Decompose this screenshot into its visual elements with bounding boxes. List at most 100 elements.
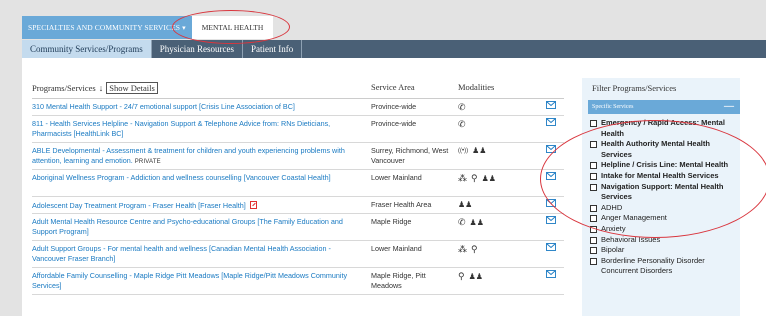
program-name: Aboriginal Wellness Program - Addiction …: [32, 173, 331, 182]
filter-option[interactable]: ADHD: [588, 203, 740, 214]
filter-option-label: Anxiety: [601, 223, 626, 233]
specialties-label: SPECIALTIES AND COMMUNITY SERVICES: [28, 23, 181, 32]
collapse-icon[interactable]: —: [724, 101, 734, 112]
email-icon[interactable]: [546, 199, 556, 207]
chevron-down-icon: ▾: [182, 23, 186, 32]
filter-option-label: Intake for Mental Health Services: [601, 170, 719, 180]
filter-option-label: Concurrent Disorders: [601, 266, 673, 276]
program-link[interactable]: ABLE Developmental - Assessment & treatm…: [32, 146, 362, 167]
service-area-column-header: Service Area: [371, 82, 415, 92]
filter-checkbox[interactable]: [590, 215, 597, 223]
filter-option-label: Helpline / Crisis Line: Mental Health: [601, 160, 729, 170]
tab-physician-resources[interactable]: Physician Resources: [152, 40, 243, 58]
filter-checkbox[interactable]: [590, 257, 597, 265]
phone-icon: ✆: [458, 102, 466, 112]
programs-table: 310 Mental Health Support - 24/7 emotion…: [32, 99, 564, 295]
filter-checkbox[interactable]: [590, 162, 597, 170]
filter-option[interactable]: Helpline / Crisis Line: Mental Health: [588, 160, 740, 171]
modalities: ♟♟: [458, 200, 472, 209]
modalities: ⁂ ⚲: [458, 244, 478, 255]
filter-checkbox[interactable]: [590, 141, 597, 149]
program-name: 811 - Health Services Helpline - Navigat…: [32, 119, 331, 138]
table-row: Adult Mental Health Resource Centre and …: [32, 214, 564, 241]
filter-panel: Filter Programs/Services Specific Servic…: [582, 78, 740, 316]
filter-option-label: Borderline Personality Disorder: [601, 255, 705, 265]
program-link[interactable]: Adult Mental Health Resource Centre and …: [32, 217, 362, 236]
email-icon[interactable]: [546, 243, 556, 251]
breadcrumb-current[interactable]: MENTAL HEALTH: [191, 16, 274, 39]
program-link[interactable]: 310 Mental Health Support - 24/7 emotion…: [32, 102, 362, 112]
document-icon[interactable]: [249, 201, 257, 209]
filter-checkbox[interactable]: [590, 225, 597, 233]
program-name: Adult Support Groups - For mental health…: [32, 244, 331, 263]
email-icon[interactable]: [546, 270, 556, 278]
filter-option[interactable]: Navigation Support: Mental Health Servic…: [588, 182, 740, 203]
filter-option-label: Behavioral Issues: [601, 234, 661, 244]
location-pin-icon: ⚲: [471, 173, 478, 183]
private-badge: PRIVATE: [134, 158, 161, 165]
filter-option[interactable]: Intake for Mental Health Services: [588, 171, 740, 182]
sort-arrow-icon[interactable]: ↓: [99, 83, 104, 93]
filter-option[interactable]: Anxiety: [588, 224, 740, 235]
table-row: Adult Support Groups - For mental health…: [32, 241, 564, 268]
program-link[interactable]: Adolescent Day Treatment Program - Frase…: [32, 200, 362, 211]
program-link[interactable]: Affordable Family Counselling - Maple Ri…: [32, 271, 362, 290]
filter-option[interactable]: Bipolar: [588, 245, 740, 256]
location-pin-icon: ⚲: [471, 244, 478, 254]
group-icon: ⁂: [458, 244, 467, 254]
service-area: Lower Mainland: [371, 173, 422, 182]
modalities-column-header: Modalities: [458, 82, 495, 92]
email-icon[interactable]: [546, 145, 556, 153]
filter-checkbox[interactable]: [590, 204, 597, 212]
filter-option[interactable]: Borderline Personality Disorder: [588, 256, 740, 267]
filter-checkbox[interactable]: [590, 236, 597, 244]
email-icon[interactable]: [546, 172, 556, 180]
program-name: Adolescent Day Treatment Program - Frase…: [32, 201, 246, 210]
program-name: ABLE Developmental - Assessment & treatm…: [32, 146, 345, 165]
programs-column-header: Programs/Services: [32, 83, 96, 93]
specialties-dropdown[interactable]: SPECIALTIES AND COMMUNITY SERVICES ▾: [22, 16, 192, 39]
in-person-icon: ♟♟: [472, 146, 487, 155]
filter-checkbox[interactable]: [590, 120, 597, 127]
tab-community-services[interactable]: Community Services/Programs: [22, 40, 152, 58]
filter-option-label: Emergency / Rapid Access: Mental Health: [601, 118, 725, 138]
in-person-icon: ♟♟: [468, 272, 483, 281]
filter-checkbox[interactable]: [590, 183, 597, 191]
program-link[interactable]: Aboriginal Wellness Program - Addiction …: [32, 173, 362, 183]
table-row: ABLE Developmental - Assessment & treatm…: [32, 143, 564, 170]
filter-option[interactable]: Emergency / Rapid Access: Mental Health: [588, 118, 740, 139]
email-icon[interactable]: [546, 101, 556, 109]
table-header: Programs/Services ↓ Show Details Service…: [32, 82, 558, 96]
filter-option[interactable]: Anger Management: [588, 213, 740, 224]
show-details-button[interactable]: Show Details: [106, 82, 158, 94]
program-name: 310 Mental Health Support - 24/7 emotion…: [32, 102, 295, 111]
service-area: Province-wide: [371, 102, 417, 111]
specific-services-label: Specific Services: [592, 104, 634, 110]
program-link[interactable]: 811 - Health Services Helpline - Navigat…: [32, 119, 362, 138]
tab-patient-info[interactable]: Patient Info: [243, 40, 303, 58]
filter-option[interactable]: Behavioral Issues: [588, 235, 740, 246]
email-icon[interactable]: [546, 216, 556, 224]
phone-icon: ✆: [458, 119, 466, 129]
specific-services-header[interactable]: Specific Services —: [588, 100, 740, 114]
program-link[interactable]: Adult Support Groups - For mental health…: [32, 244, 362, 263]
service-area: Fraser Health Area: [371, 200, 432, 209]
filter-option[interactable]: Health Authority Mental Health Services: [588, 139, 740, 160]
filter-option[interactable]: Concurrent Disorders: [588, 266, 740, 277]
service-area: Province-wide: [371, 119, 417, 128]
service-area: Maple Ridge: [371, 217, 412, 226]
program-name: Affordable Family Counselling - Maple Ri…: [32, 271, 348, 290]
filter-option-label: Navigation Support: Mental Health Servic…: [601, 181, 724, 202]
modalities: ⚲ ♟♟: [458, 271, 483, 282]
filter-checkbox[interactable]: [590, 247, 597, 255]
in-person-icon: ♟♟: [481, 174, 496, 183]
filter-checkbox[interactable]: [590, 172, 597, 180]
main-content: Programs/Services ↓ Show Details Service…: [22, 58, 766, 316]
email-icon[interactable]: [546, 118, 556, 126]
table-row: 811 - Health Services Helpline - Navigat…: [32, 116, 564, 143]
modalities: ⁂ ⚲ ♟♟: [458, 173, 496, 184]
table-row: Affordable Family Counselling - Maple Ri…: [32, 268, 564, 295]
table-row: Aboriginal Wellness Program - Addiction …: [32, 170, 564, 197]
service-area: Maple Ridge, Pitt Meadows: [371, 271, 426, 290]
section-tabs: Community Services/Programs Physician Re…: [22, 40, 766, 58]
